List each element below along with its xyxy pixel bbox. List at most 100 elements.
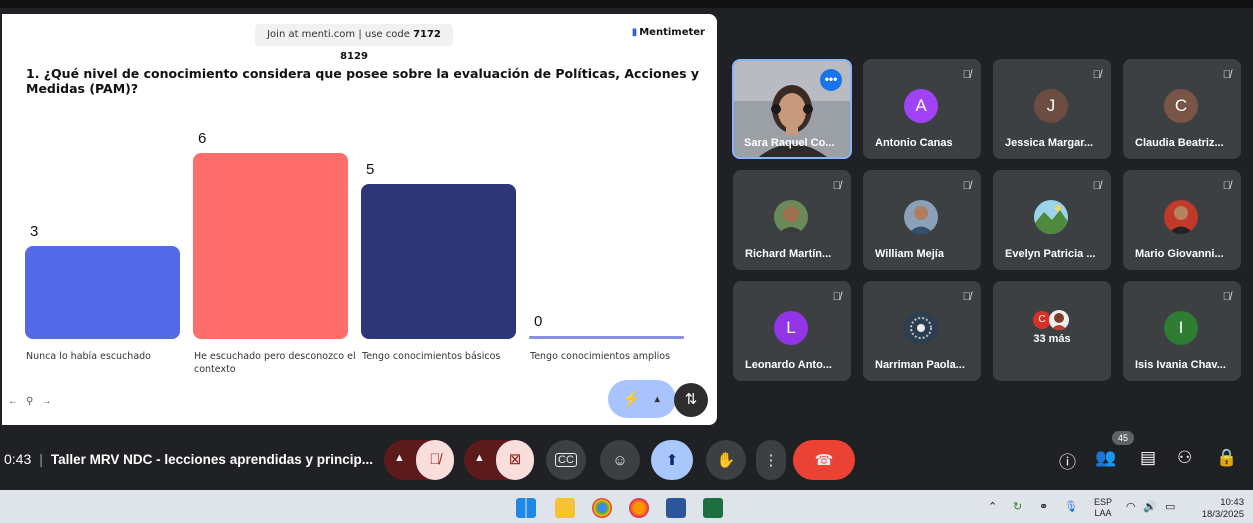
mic-off-icon: 🎙̸ bbox=[832, 180, 841, 192]
next-arrow-icon[interactable]: → bbox=[41, 396, 51, 407]
more-options-icon[interactable]: ••• bbox=[820, 69, 842, 91]
participant-tile-evelyn[interactable]: 🎙̸ Evelyn Patricia ... bbox=[993, 170, 1111, 270]
meeting-title: Taller MRV NDC - lecciones aprendidas y … bbox=[50, 452, 373, 467]
sync-icon[interactable]: ↻ bbox=[1013, 500, 1022, 513]
mic-off-icon: 🎙̸ bbox=[429, 451, 441, 468]
category-label: Nunca lo había escuchado bbox=[26, 351, 151, 362]
chevron-up-icon[interactable]: ⌃ bbox=[988, 500, 997, 513]
participant-name: Isis Ivania Chav... bbox=[1135, 359, 1226, 371]
info-icon[interactable]: ⓘ bbox=[1059, 448, 1076, 473]
camera-toggle-button[interactable]: ⊠ bbox=[496, 440, 534, 480]
category-label: He escuchado pero desconozco el bbox=[194, 351, 356, 362]
present-screen-icon: ⬆ bbox=[665, 452, 679, 469]
prev-arrow-icon[interactable]: ← bbox=[8, 396, 18, 407]
mic-off-icon: 🎙̸ bbox=[962, 69, 971, 81]
reactions-button[interactable]: ⚡ ▴ bbox=[608, 380, 676, 418]
category-label: contexto bbox=[194, 364, 236, 375]
end-call-button[interactable]: ☎ bbox=[793, 440, 855, 480]
firefox-icon[interactable] bbox=[629, 498, 649, 518]
results-bar-chart: 3 Nunca lo había escuchado 6 He escuchado p… bbox=[25, 130, 684, 375]
swap-arrows-icon: ⇅ bbox=[684, 391, 698, 408]
present-button[interactable]: ⬆ bbox=[651, 440, 693, 480]
captions-button[interactable]: CC bbox=[546, 440, 586, 480]
avatar: L bbox=[774, 311, 808, 345]
more-options-button[interactable]: ⋮ bbox=[756, 440, 786, 480]
participant-name: Evelyn Patricia ... bbox=[1005, 248, 1096, 260]
pin-icon[interactable]: ⚲ bbox=[26, 396, 33, 407]
participant-tile-self[interactable]: ••• Sara Raquel Co... bbox=[732, 59, 852, 159]
participant-tile-richard[interactable]: 🎙̸ Richard Martín... bbox=[733, 170, 851, 270]
participant-name: Richard Martín... bbox=[745, 248, 832, 260]
avatar: J bbox=[1034, 89, 1068, 123]
avatar: C bbox=[1164, 89, 1198, 123]
mic-off-icon: 🎙̸ bbox=[1222, 69, 1231, 81]
bar-value-label: 3 bbox=[30, 223, 38, 240]
host-controls-icon[interactable]: 🔒 bbox=[1216, 448, 1237, 468]
participant-tile-mario[interactable]: 🎙̸ Mario Giovanni... bbox=[1123, 170, 1241, 270]
category-label: Tengo conocimientos amplios bbox=[529, 351, 670, 362]
participant-name: Claudia Beatriz... bbox=[1135, 137, 1224, 149]
chat-icon[interactable]: ▤ bbox=[1140, 448, 1156, 468]
participant-tile-jessica[interactable]: 🎙̸ J Jessica Margar... bbox=[993, 59, 1111, 159]
camera-control-group[interactable]: ▲ ⊠ bbox=[464, 440, 534, 480]
volume-icon[interactable]: 🔊 bbox=[1143, 500, 1157, 513]
chevron-up-icon: ▴ bbox=[654, 393, 660, 405]
clock-time: 10:43 bbox=[1220, 497, 1244, 508]
link-icon[interactable]: ⚭ bbox=[1039, 500, 1048, 513]
participant-tile-isis[interactable]: 🎙̸ I Isis Ivania Chav... bbox=[1123, 281, 1241, 381]
more-vert-icon: ⋮ bbox=[763, 452, 779, 469]
hangup-icon: ☎ bbox=[814, 452, 834, 469]
mic-off-icon: 🎙̸ bbox=[1092, 180, 1101, 192]
excel-icon[interactable] bbox=[703, 498, 723, 518]
chrome-icon[interactable] bbox=[592, 498, 612, 518]
clock[interactable]: 10:43 18/3/2025 bbox=[1196, 497, 1244, 521]
file-explorer-icon[interactable] bbox=[555, 498, 575, 518]
avatar-photo bbox=[904, 200, 938, 234]
more-participants-label: 33 más bbox=[1033, 333, 1071, 345]
separator: | bbox=[39, 451, 43, 467]
participant-tile-claudia[interactable]: 🎙̸ C Claudia Beatriz... bbox=[1123, 59, 1241, 159]
participant-tile-antonio[interactable]: 🎙̸ A Antonio Canas bbox=[863, 59, 981, 159]
emoji-button[interactable]: ☺ bbox=[600, 440, 640, 480]
people-count-badge: 45 bbox=[1112, 431, 1134, 445]
mic-off-icon: 🎙̸ bbox=[832, 291, 841, 303]
mentimeter-logo: ▮ Mentimeter bbox=[632, 27, 705, 38]
language-indicator[interactable]: ESP LAA bbox=[1094, 497, 1112, 519]
wifi-icon[interactable]: ◠ bbox=[1126, 500, 1136, 513]
participant-name: Mario Giovanni... bbox=[1135, 248, 1224, 260]
mentimeter-icon: ▮ bbox=[631, 27, 638, 38]
activities-icon[interactable]: ⚇ bbox=[1177, 448, 1192, 468]
mic-toggle-button[interactable]: 🎙̸ bbox=[416, 440, 454, 480]
captions-icon: CC bbox=[555, 453, 577, 467]
mic-control-group[interactable]: ▲ 🎙̸ bbox=[384, 440, 454, 480]
people-icon[interactable]: 👥 bbox=[1095, 448, 1116, 468]
question-title: 1. ¿Qué nivel de conocimiento considera … bbox=[26, 66, 700, 96]
swap-button[interactable]: ⇅ bbox=[674, 383, 708, 417]
word-icon[interactable] bbox=[666, 498, 686, 518]
meeting-time: 0:43 bbox=[4, 451, 32, 467]
screen: Join at menti.com | use code 7172 8129 ▮… bbox=[0, 0, 1253, 523]
participant-name: William Mejía bbox=[875, 248, 944, 260]
participant-tile-narriman[interactable]: 🎙̸ Narriman Paola... bbox=[863, 281, 981, 381]
avatar: I bbox=[1164, 311, 1198, 345]
chevron-up-icon[interactable]: ▲ bbox=[394, 452, 405, 464]
mic-off-icon: 🎙̸ bbox=[962, 291, 971, 303]
lang-code: ESP bbox=[1094, 497, 1113, 507]
microphone-icon[interactable]: 🎙 bbox=[1064, 500, 1078, 513]
avatar-photo bbox=[904, 311, 938, 345]
category-label: Tengo conocimientos básicos bbox=[361, 351, 500, 362]
more-participants-tile[interactable]: C 33 más bbox=[993, 281, 1111, 381]
raise-hand-button[interactable]: ✋ bbox=[706, 440, 746, 480]
lightning-icon: ⚡ bbox=[622, 391, 641, 408]
battery-icon[interactable]: ▭ bbox=[1165, 500, 1175, 513]
avatar-photo bbox=[1164, 200, 1198, 234]
chevron-up-icon[interactable]: ▲ bbox=[474, 452, 485, 464]
presentation-slide: Join at menti.com | use code 7172 8129 ▮… bbox=[2, 14, 717, 425]
participant-tile-william[interactable]: 🎙̸ William Mejía bbox=[863, 170, 981, 270]
top-strip bbox=[0, 0, 1253, 8]
participant-tile-leonardo[interactable]: 🎙̸ L Leonardo Anto... bbox=[733, 281, 851, 381]
windows-start-icon[interactable] bbox=[516, 498, 536, 518]
bar-value-label: 6 bbox=[198, 130, 206, 147]
meeting-info: 0:43 | Taller MRV NDC - lecciones aprendid… bbox=[4, 451, 373, 467]
avatar-photo bbox=[1034, 200, 1068, 234]
